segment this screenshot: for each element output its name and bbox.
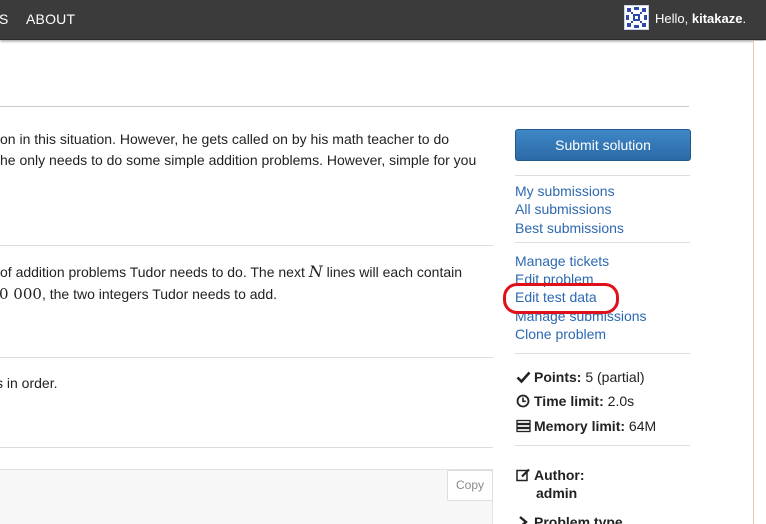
clone-problem-link[interactable]: Clone problem: [515, 326, 606, 342]
problem-type-label: Problem type: [534, 514, 623, 524]
greeting-suffix: .: [742, 11, 747, 26]
copy-button[interactable]: Copy: [447, 470, 493, 501]
sidebar-divider: [515, 445, 690, 446]
top-navbar: S ABOUT Hello, kitakaze.: [0, 0, 766, 40]
section-divider-output: [0, 357, 493, 358]
chevron-right-icon: [519, 516, 528, 524]
problem-type-info: Problem type: [516, 514, 623, 524]
nav-item-truncated[interactable]: S: [0, 11, 9, 27]
time-limit-info: Time limit: 2.0s: [516, 393, 634, 409]
output-spec-text: in order.: [6, 375, 58, 391]
section-divider-sample: [0, 447, 493, 448]
points-value: 5 (partial): [585, 369, 645, 385]
avatar[interactable]: [624, 5, 649, 30]
sidebar-divider: [515, 353, 690, 354]
points-info: Points: 5 (partial): [516, 369, 644, 385]
author-label: Author:: [534, 467, 585, 483]
points-label: Points:: [534, 369, 582, 385]
all-submissions-link[interactable]: All submissions: [515, 201, 611, 217]
edit-icon: [516, 468, 530, 482]
manage-tickets-link[interactable]: Manage tickets: [515, 253, 609, 269]
memory-limit-info: Memory limit: 64M: [516, 418, 656, 434]
page-edge: [753, 41, 766, 524]
avatar-pattern-icon: [625, 6, 648, 29]
input-spec-prefix: of addition problems Tudor needs to do. …: [0, 264, 305, 280]
section-divider-input: [0, 245, 493, 246]
statement-line-2: he only needs to do some simple addition…: [0, 152, 477, 168]
submit-solution-button[interactable]: Submit solution: [515, 129, 691, 161]
math-variable-n: N: [308, 262, 323, 281]
title-divider: [0, 106, 689, 107]
sidebar-divider: [515, 242, 690, 243]
input-spec-line-1: of addition problems Tudor needs to do. …: [0, 261, 462, 283]
time-limit-value: 2.0s: [607, 393, 635, 409]
highlight-annotation: [503, 283, 619, 314]
check-icon: [516, 371, 531, 384]
output-spec-partial-char: s: [0, 375, 3, 391]
sample-code-block: [0, 469, 493, 524]
my-submissions-link[interactable]: My submissions: [515, 183, 615, 199]
author-value[interactable]: admin: [536, 485, 577, 501]
author-name[interactable]: admin: [536, 485, 577, 501]
sidebar-divider: [515, 175, 690, 176]
memory-limit-label: Memory limit:: [534, 418, 626, 434]
clock-icon: [516, 394, 530, 408]
time-limit-label: Time limit:: [534, 393, 604, 409]
author-info: Author:: [516, 467, 585, 483]
memory-icon: [516, 419, 531, 433]
input-spec-suffix: lines will each contain: [326, 264, 463, 280]
math-number: 0 000: [0, 285, 42, 303]
input-spec-line-2: 0 000, the two integers Tudor needs to a…: [0, 283, 277, 305]
nav-item-about[interactable]: ABOUT: [26, 11, 75, 27]
user-greeting[interactable]: Hello, kitakaze.: [655, 11, 746, 26]
best-submissions-link[interactable]: Best submissions: [515, 220, 624, 236]
greeting-prefix: Hello,: [655, 11, 689, 26]
memory-limit-value: 64M: [628, 418, 657, 434]
username[interactable]: kitakaze: [692, 11, 743, 26]
statement-line-1: on in this situation. However, he gets c…: [0, 131, 450, 147]
output-spec-line-1: s in order.: [0, 372, 57, 394]
input-spec-line-2-text: , the two integers Tudor needs to add.: [41, 286, 277, 302]
